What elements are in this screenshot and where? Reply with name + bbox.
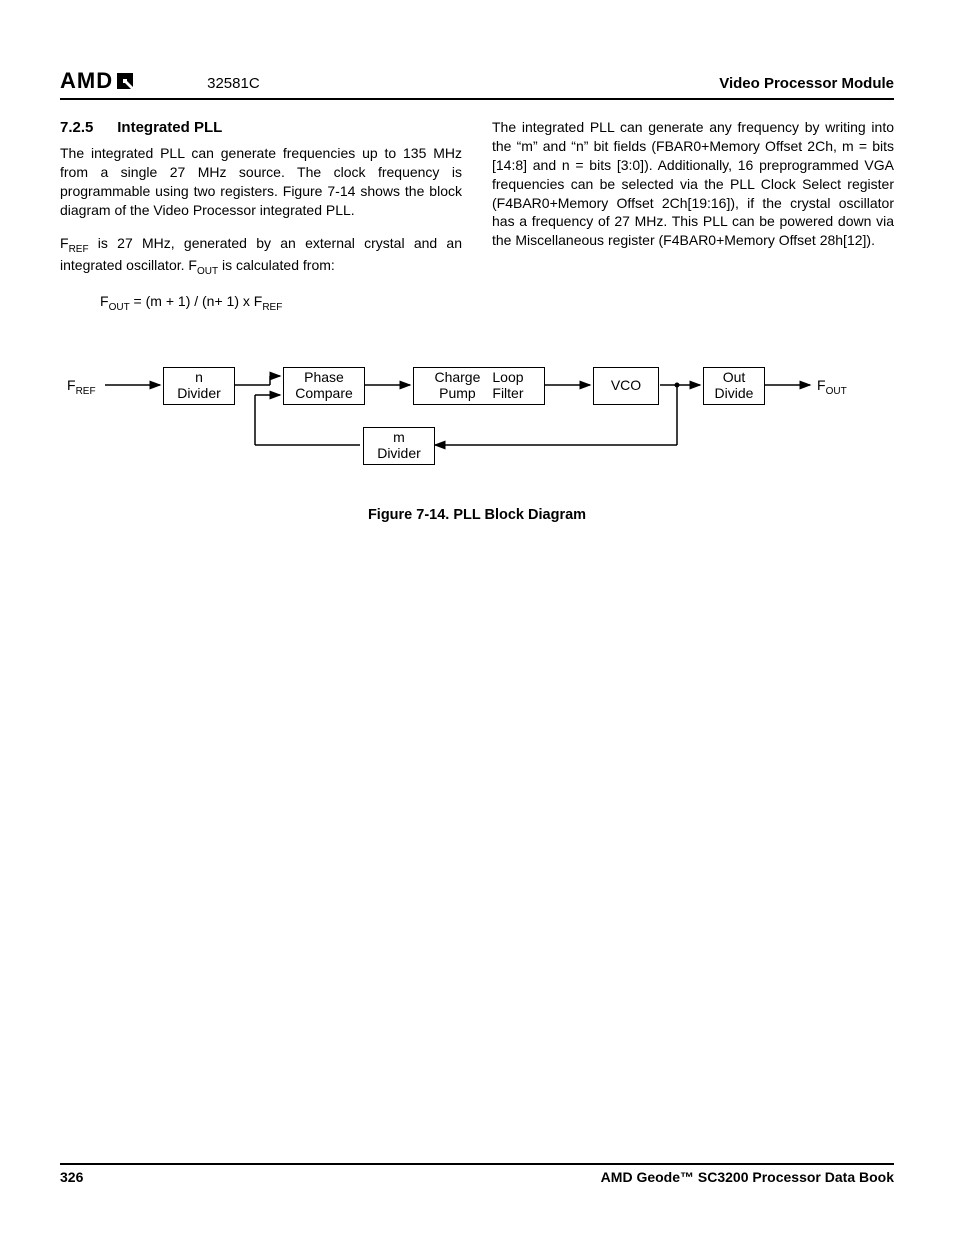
out-divide-box: Out Divide (703, 367, 765, 405)
charge-loop-box: Charge Pump Loop Filter (413, 367, 545, 405)
n-divider-box: n Divider (163, 367, 235, 405)
right-paragraph-1: The integrated PLL can generate any freq… (492, 118, 894, 250)
left-paragraph-1: The integrated PLL can generate frequenc… (60, 144, 462, 220)
content-columns: 7.2.5 Integrated PLL The integrated PLL … (60, 118, 894, 329)
vco-box: VCO (593, 367, 659, 405)
amd-logo-text: AMD (60, 68, 113, 94)
page-footer: 326 AMD Geode™ SC3200 Processor Data Boo… (60, 1163, 894, 1185)
left-paragraph-2: FREF is 27 MHz, generated by an external… (60, 234, 462, 279)
amd-logo: AMD (60, 68, 137, 94)
figure-caption: Figure 7-14. PLL Block Diagram (60, 507, 894, 523)
header-module-name: Video Processor Module (719, 75, 894, 92)
page-number: 326 (60, 1169, 83, 1185)
right-column: The integrated PLL can generate any freq… (492, 118, 894, 329)
left-column: 7.2.5 Integrated PLL The integrated PLL … (60, 118, 462, 329)
fref-label: FREF (67, 377, 96, 397)
section-heading: 7.2.5 Integrated PLL (60, 118, 462, 138)
doc-number: 32581C (207, 75, 260, 92)
pll-block-diagram: FREF n Divider Phase Compare Charge Pump… (65, 355, 885, 485)
amd-arrow-icon (115, 71, 137, 91)
fout-label: FOUT (817, 377, 847, 397)
section-title: Integrated PLL (117, 119, 222, 136)
phase-compare-box: Phase Compare (283, 367, 365, 405)
m-divider-box: m Divider (363, 427, 435, 465)
section-number: 7.2.5 (60, 119, 93, 136)
page-header: AMD 32581C Video Processor Module (60, 68, 894, 100)
page: AMD 32581C Video Processor Module 7.2.5 … (0, 0, 954, 1235)
book-title: AMD Geode™ SC3200 Processor Data Book (601, 1169, 894, 1185)
formula: FOUT = (m + 1) / (n+ 1) x FREF (100, 292, 462, 314)
